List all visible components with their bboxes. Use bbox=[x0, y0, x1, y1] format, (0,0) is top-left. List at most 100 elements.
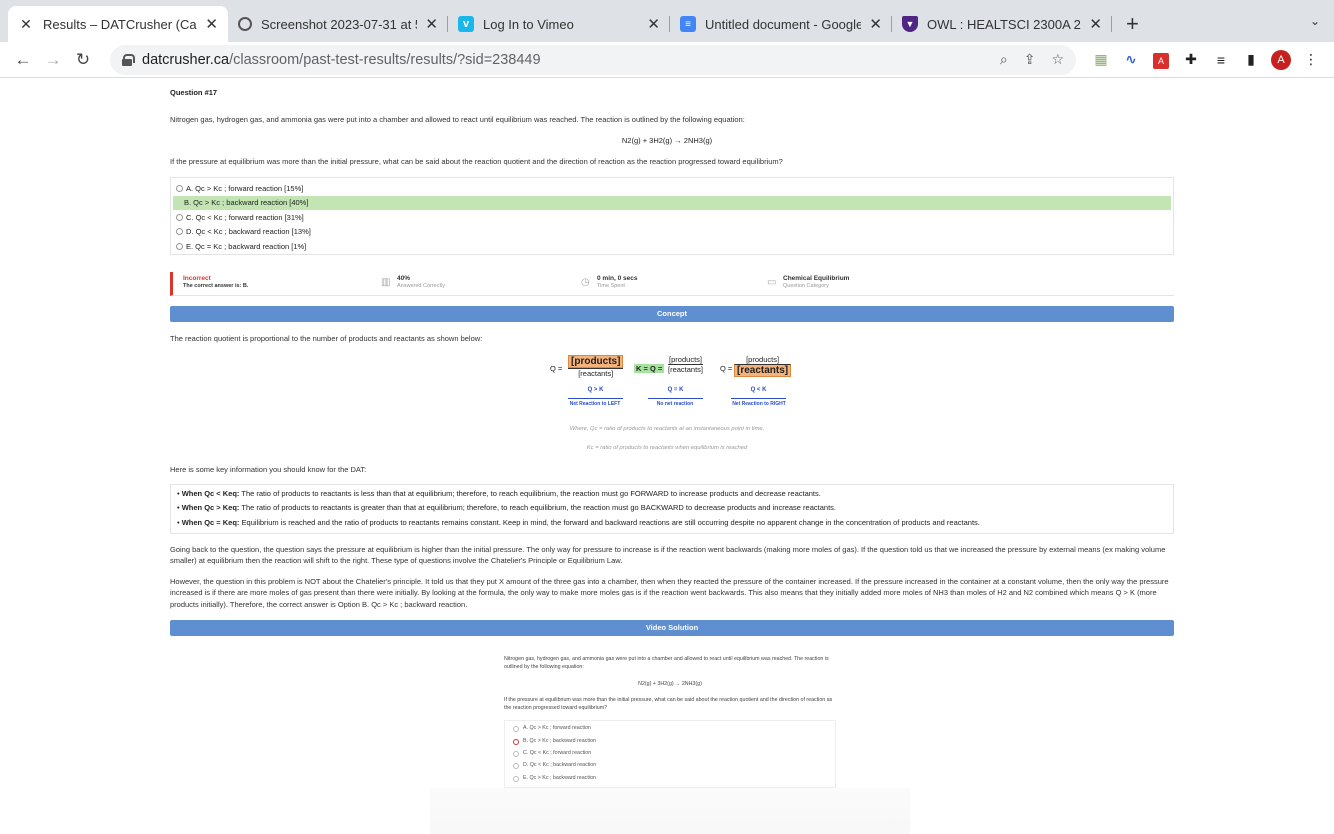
reactants-highlight: [reactants] bbox=[734, 364, 792, 377]
category-value: Chemical Equilibrium bbox=[783, 275, 850, 282]
close-tab-icon[interactable]: ✕ bbox=[869, 15, 882, 33]
explanation-paragraph-1: Going back to the question, the question… bbox=[170, 545, 1166, 566]
definition-kc: Kc = ratio of products to reactants when… bbox=[586, 445, 748, 451]
bar-chart-icon: ▥ bbox=[381, 277, 391, 288]
radio-button[interactable] bbox=[176, 184, 183, 192]
reaction-equation: N2(g) + 3H2(g) → 2NH3(g) bbox=[0, 136, 1334, 145]
concept-intro: The reaction quotient is proportional to… bbox=[170, 334, 483, 343]
browser-tab-bar: ✕ Results – DATCrusher (Canadia ✕ Screen… bbox=[0, 0, 1334, 42]
question-prompt: If the pressure at equilibrium was more … bbox=[170, 157, 783, 166]
tab-title: OWL : HEALTSCI 2300A 200 S bbox=[927, 16, 1081, 32]
question-number: Question #17 bbox=[170, 88, 218, 97]
category-stat: ▭ Chemical Equilibrium Question Category bbox=[767, 274, 850, 291]
choice-a[interactable]: A. Qc > Kc ; forward reaction [15%] bbox=[173, 181, 1171, 196]
video-choice: C. Qc < Kc ; forward reaction bbox=[513, 748, 827, 760]
video-solution-header[interactable]: Video Solution bbox=[170, 620, 1174, 636]
new-tab-button[interactable]: + bbox=[1126, 6, 1139, 42]
tab-title: Screenshot 2023-07-31 at 5.0 bbox=[261, 16, 418, 32]
left-arrow bbox=[568, 398, 623, 399]
calculator-extension-icon[interactable]: ▦ bbox=[1086, 51, 1116, 68]
calendar-icon: ▭ bbox=[767, 277, 777, 288]
vimeo-icon: v bbox=[458, 16, 474, 32]
percent-stat: ▥ 40% Answered Correctly bbox=[381, 274, 445, 291]
tab-screenshot[interactable]: Screenshot 2023-07-31 at 5.0 ✕ bbox=[228, 6, 448, 42]
choice-label: E. Qc = Kc ; backward reaction [1%] bbox=[186, 241, 307, 251]
tab-google-docs[interactable]: ≡ Untitled document - Google Do ✕ bbox=[670, 6, 892, 42]
choice-e[interactable]: E. Qc = Kc ; backward reaction [1%] bbox=[173, 239, 1171, 254]
close-tab-icon[interactable]: ✕ bbox=[647, 15, 660, 33]
close-tab-icon[interactable]: ✕ bbox=[1089, 15, 1102, 33]
left-caption: Net Reaction to LEFT bbox=[569, 401, 621, 407]
pdf-extension-icon[interactable]: A bbox=[1146, 51, 1176, 69]
choice-c[interactable]: C. Qc < Kc ; forward reaction [31%] bbox=[173, 210, 1171, 225]
choice-d[interactable]: D. Qc < Kc ; backward reaction [13%] bbox=[173, 225, 1171, 240]
q-less-k-label: Q < K bbox=[750, 387, 767, 393]
side-panel-icon[interactable]: ▮ bbox=[1236, 51, 1266, 68]
concept-header[interactable]: Concept bbox=[170, 306, 1174, 322]
list-item: • When Qc = Keq: Equilibrium is reached … bbox=[177, 517, 980, 527]
close-tab-icon[interactable]: ✕ bbox=[425, 15, 438, 33]
time-stat: ◷ 0 min, 0 secs Time Spent bbox=[581, 274, 638, 291]
choice-label: B. Qc > Kc ; backward reaction [40%] bbox=[184, 198, 309, 208]
radio-button[interactable] bbox=[176, 213, 183, 221]
bookmark-star-icon[interactable]: ☆ bbox=[1051, 51, 1064, 68]
share-icon[interactable]: ⇪ bbox=[1024, 51, 1036, 68]
equation-text: N2(g) + 3H2(g) → 2NH3(g) bbox=[621, 136, 713, 145]
video-choice: D. Qc < Kc ; backward reaction bbox=[513, 760, 827, 772]
google-docs-icon: ≡ bbox=[680, 16, 696, 32]
time-value: 0 min, 0 secs bbox=[597, 275, 638, 282]
radio-button[interactable] bbox=[176, 242, 183, 250]
k-equals-q-label: K = Q = bbox=[634, 364, 665, 373]
datcrusher-icon: ✕ bbox=[20, 15, 32, 32]
correct-answer-label: The correct answer is: B. bbox=[183, 283, 249, 290]
double-arrow bbox=[648, 398, 703, 399]
reactants-label: [reactants] bbox=[668, 364, 704, 374]
definition-qc: Where, Qc = ratio of products to reactan… bbox=[569, 426, 765, 432]
video-choice: A. Qc > Kc ; forward reaction bbox=[513, 723, 827, 735]
products-label: [products] bbox=[669, 355, 702, 364]
choice-b-correct[interactable]: B. Qc > Kc ; backward reaction [40%] bbox=[173, 195, 1171, 210]
key-info-list: • When Qc < Keq: The ratio of products t… bbox=[170, 484, 1174, 534]
video-question-prompt: If the pressure at equilibrium was more … bbox=[504, 697, 833, 711]
list-item: • When Qc < Keq: The ratio of products t… bbox=[177, 489, 821, 498]
category-label: Question Category bbox=[783, 283, 829, 290]
waveform-extension-icon[interactable]: ∿ bbox=[1116, 51, 1146, 68]
profile-avatar[interactable]: A bbox=[1266, 49, 1296, 70]
url-path: /classroom/past-test-results/results/?si… bbox=[229, 51, 541, 68]
reactants-label: [reactants] bbox=[568, 368, 624, 378]
time-label: Time Spent bbox=[597, 283, 625, 290]
key-info-intro: Here is some key information you should … bbox=[170, 465, 367, 474]
zoom-icon[interactable]: ⌕ bbox=[1000, 51, 1008, 68]
percent-value: 40% bbox=[397, 275, 411, 282]
video-choice: B. Qc > Kc ; backward reaction bbox=[513, 735, 827, 747]
fraction-middle: [products] [reactants] bbox=[668, 355, 704, 374]
tab-results[interactable]: ✕ Results – DATCrusher (Canadia ✕ bbox=[8, 6, 228, 42]
tab-owl[interactable]: ▼ OWL : HEALTSCI 2300A 200 S ✕ bbox=[892, 6, 1112, 42]
tab-title: Untitled document - Google Do bbox=[705, 16, 862, 32]
browser-toolbar: ← → ↻ datcrusher.ca/classroom/past-test-… bbox=[0, 42, 1334, 78]
radio-button[interactable] bbox=[176, 228, 183, 236]
tab-search-chevron-icon[interactable]: ⌄ bbox=[1310, 14, 1320, 28]
clock-icon: ◷ bbox=[581, 277, 590, 288]
video-equation: N2(g) + 3H2(g) → 2NH3(g) bbox=[638, 681, 702, 687]
back-arrow-icon[interactable]: ← bbox=[8, 50, 38, 70]
q-label: Q = bbox=[720, 364, 733, 373]
products-label: [products] bbox=[746, 355, 780, 364]
media-control-icon[interactable]: ≡ bbox=[1206, 52, 1236, 68]
forward-arrow-icon[interactable]: → bbox=[38, 50, 68, 70]
result-label: Incorrect bbox=[183, 275, 211, 282]
tab-vimeo[interactable]: v Log In to Vimeo ✕ bbox=[448, 6, 670, 42]
video-answer-choices: A. Qc > Kc ; forward reaction B. Qc > Kc… bbox=[504, 720, 836, 788]
reload-icon[interactable]: ↻ bbox=[68, 50, 98, 70]
more-menu-icon[interactable]: ⋮ bbox=[1296, 51, 1326, 68]
close-tab-icon[interactable]: ✕ bbox=[205, 15, 218, 33]
lock-icon bbox=[122, 53, 135, 66]
address-bar[interactable]: datcrusher.ca/classroom/past-test-result… bbox=[110, 44, 1076, 75]
extensions-puzzle-icon[interactable]: ✚ bbox=[1176, 51, 1206, 68]
choice-label: D. Qc < Kc ; backward reaction [13%] bbox=[186, 227, 311, 237]
q-label: Q = bbox=[550, 364, 563, 373]
fraction-left: [products] [reactants] bbox=[568, 355, 624, 378]
q-greater-k-label: Q > K bbox=[587, 387, 604, 393]
question-text: Nitrogen gas, hydrogen gas, and ammonia … bbox=[170, 115, 745, 124]
video-choice: E. Qc > Kc ; backward reaction bbox=[513, 773, 827, 785]
